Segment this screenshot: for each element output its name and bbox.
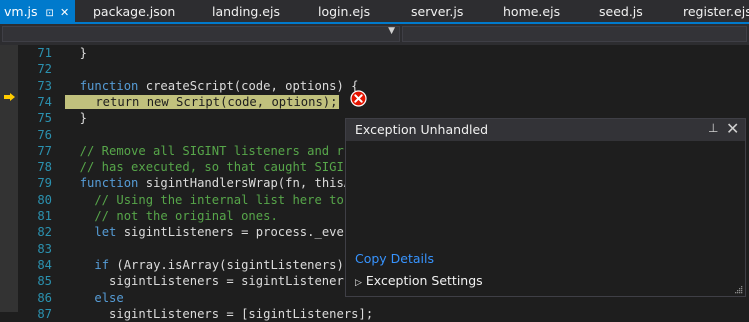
resize-grip-icon[interactable]	[734, 285, 743, 294]
line-number: 72	[37, 62, 52, 77]
line-text: // Remove all SIGINT listeners and r	[65, 143, 344, 158]
pin-icon[interactable]: ⊡	[46, 8, 54, 19]
tab-landing-ejs[interactable]: landing.ejs	[212, 0, 280, 22]
line-number: 82	[37, 225, 52, 240]
line-number: 79	[37, 176, 52, 191]
tab-label: vm.js	[4, 4, 38, 19]
line-number: 87	[37, 306, 52, 321]
line-number: 84	[37, 257, 52, 272]
exception-title: Exception Unhandled	[355, 122, 489, 137]
tab-home-ejs[interactable]: home.ejs	[503, 0, 560, 22]
tab-package-json[interactable]: package.json	[93, 0, 175, 22]
line-text: sigintListeners = sigintListener	[65, 274, 344, 289]
navigation-bar: ▼	[0, 24, 749, 45]
exception-popup-header: Exception Unhandled ⊥ ✕	[346, 119, 745, 141]
line-text: }	[65, 46, 88, 60]
line-text: // Using the internal list here to	[65, 192, 344, 207]
indicator-margin[interactable]	[0, 45, 18, 312]
tab-seed-js[interactable]: seed.js	[599, 0, 643, 22]
line-text: // has executed, so that caught SIGI	[65, 160, 344, 175]
line-text: function sigintHandlersWrap(fn, thisA	[79, 176, 352, 191]
tab-label: server.js	[411, 4, 464, 19]
tab-label: seed.js	[599, 4, 643, 19]
tab-vm-js[interactable]: vm.js ⊡ ✕	[0, 0, 76, 22]
copy-details-link[interactable]: Copy Details	[355, 251, 434, 266]
line-text: let sigintListeners = process._eve	[94, 225, 344, 240]
document-tab-bar: vm.js ⊡ ✕ package.json landing.ejs login.e…	[0, 0, 749, 22]
member-dropdown[interactable]	[402, 26, 747, 42]
tab-register-ejs[interactable]: register.ejs	[683, 0, 749, 22]
chevron-down-icon: ▼	[388, 26, 395, 36]
line-text: sigintListeners = [sigintListeners];	[65, 306, 374, 321]
line-number: 75	[37, 111, 52, 126]
tab-login-ejs[interactable]: login.ejs	[318, 0, 370, 22]
current-statement-arrow-icon	[4, 93, 15, 101]
tab-label: home.ejs	[503, 4, 561, 19]
line-number: 77	[37, 143, 52, 158]
line-number: 74	[37, 94, 52, 109]
line-number: 76	[37, 127, 52, 142]
close-icon[interactable]: ✕	[60, 6, 69, 19]
line-text: // not the original ones.	[65, 209, 278, 223]
line-text: if (Array.isArray(sigintListeners)	[94, 257, 344, 272]
line-number: 80	[37, 192, 52, 207]
line-number: 85	[37, 274, 52, 289]
line-number: 78	[37, 160, 52, 175]
tab-label: login.ejs	[318, 4, 371, 19]
tab-label: package.json	[93, 4, 176, 19]
exception-helper-popup: Exception Unhandled ⊥ ✕ Copy Details ▷ E…	[345, 118, 746, 297]
line-text: return new Script(code, options);	[65, 94, 339, 110]
line-text: function createScript(code, options) {	[79, 78, 359, 93]
line-text: }	[65, 111, 88, 126]
line-text: else	[94, 290, 124, 305]
tab-label: landing.ejs	[212, 4, 280, 19]
line-number: 73	[37, 78, 52, 93]
line-number: 86	[37, 290, 52, 305]
pin-icon[interactable]: ⊥	[708, 121, 718, 135]
scope-dropdown[interactable]: ▼	[2, 26, 400, 42]
close-icon[interactable]: ✕	[726, 119, 739, 138]
exception-settings-label: Exception Settings	[365, 273, 483, 288]
line-number: 81	[37, 209, 52, 223]
tab-server-js[interactable]: server.js	[411, 0, 463, 22]
tab-label: register.ejs	[683, 4, 749, 19]
line-number: 83	[37, 241, 52, 256]
expand-triangle-icon: ▷	[355, 278, 362, 288]
current-statement-highlight: return new Script(code, options);	[65, 94, 339, 109]
exception-settings-expander[interactable]: ▷ Exception Settings	[355, 273, 483, 288]
exception-error-icon[interactable]	[350, 90, 367, 107]
line-number: 71	[37, 46, 52, 60]
